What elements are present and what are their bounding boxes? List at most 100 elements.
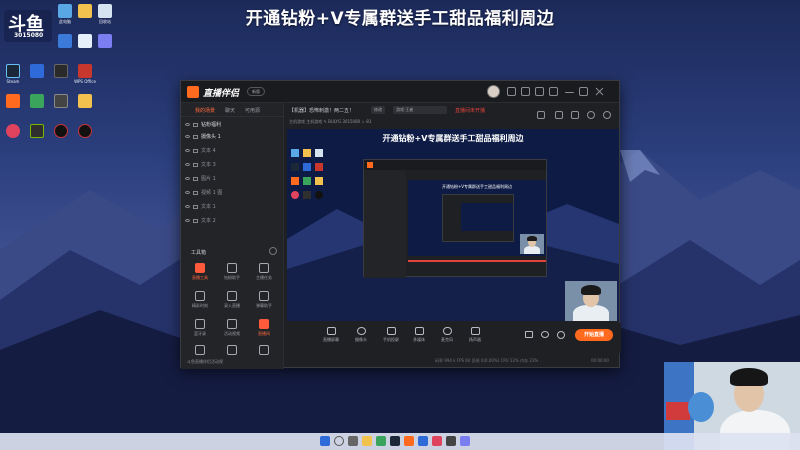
start-icon[interactable] bbox=[320, 436, 330, 446]
nested-webcam bbox=[520, 234, 544, 254]
maximize-icon[interactable] bbox=[579, 87, 588, 96]
tab-sources[interactable]: 可用源 bbox=[245, 107, 260, 114]
tool-room[interactable]: 直播间 bbox=[249, 319, 279, 341]
folder-icon bbox=[78, 4, 92, 18]
desktop-icon-nvidia[interactable] bbox=[24, 124, 50, 139]
settings-icon[interactable] bbox=[549, 87, 558, 96]
scene-item[interactable]: 文本 1 bbox=[185, 203, 281, 212]
screen-capture-button[interactable]: 直播屏幕 bbox=[319, 327, 343, 343]
eye-icon[interactable] bbox=[185, 177, 190, 180]
eye-icon[interactable] bbox=[185, 149, 190, 152]
microphone-button[interactable]: 麦克风 bbox=[435, 327, 459, 343]
desktop-icon-app-5[interactable] bbox=[48, 64, 74, 79]
app-icon[interactable] bbox=[376, 436, 386, 446]
scene-item[interactable]: 钻粉福利 bbox=[185, 121, 281, 130]
phone-cast-button[interactable]: 手机投屏 bbox=[379, 327, 403, 343]
speaker-button[interactable]: 扬声器 bbox=[463, 327, 487, 343]
desktop-icon-wps[interactable]: WPS Office bbox=[72, 64, 98, 84]
room-title[interactable]: 【机器】恐怖刺激！两二五！ bbox=[289, 107, 354, 114]
camera-button[interactable]: 摄像头 bbox=[349, 327, 373, 343]
tool-highlights[interactable]: 精彩时刻 bbox=[185, 291, 215, 313]
tab-chat[interactable]: 聊天 bbox=[225, 107, 235, 114]
multimedia-button[interactable]: 多媒体 bbox=[407, 327, 431, 343]
tab-scenes[interactable]: 我的场景 bbox=[195, 107, 215, 114]
file-explorer-icon[interactable] bbox=[362, 436, 372, 446]
more-icon[interactable] bbox=[269, 247, 277, 255]
eye-icon[interactable] bbox=[185, 135, 190, 138]
app-icon[interactable] bbox=[446, 436, 456, 446]
close-icon[interactable] bbox=[595, 87, 604, 96]
scene-item[interactable]: 视频 1 图 bbox=[185, 189, 281, 198]
version-pill[interactable]: 新版 bbox=[247, 87, 265, 96]
desktop-icon-recycle[interactable]: 回收站 bbox=[92, 4, 118, 24]
edit-button[interactable]: 修改 bbox=[371, 106, 385, 114]
eye-icon[interactable] bbox=[185, 191, 190, 194]
tool-tasks[interactable]: 主播任务 bbox=[249, 263, 279, 285]
user-icon bbox=[227, 263, 237, 273]
eye-icon[interactable] bbox=[185, 163, 190, 166]
chat-icon bbox=[259, 291, 269, 301]
tool-fans[interactable]: 钻粉助手 bbox=[217, 263, 247, 285]
search-icon[interactable] bbox=[334, 436, 344, 446]
user-avatar[interactable] bbox=[487, 85, 500, 98]
scene-item[interactable]: 文本 3 bbox=[185, 161, 281, 170]
app-icon[interactable] bbox=[432, 436, 442, 446]
eye-icon[interactable] bbox=[185, 219, 190, 222]
source-toolbar: 直播屏幕 摄像头 手机投屏 多媒体 麦克风 扬声器 bbox=[285, 323, 621, 353]
desktop-icon-app-10[interactable] bbox=[48, 124, 74, 139]
tool-live[interactable]: 直播工具 bbox=[185, 263, 215, 285]
scene-item[interactable]: 图片 1 bbox=[185, 175, 281, 184]
activity-video-link[interactable]: 斗鱼直播伴侣活动视 bbox=[187, 359, 223, 365]
mail-icon[interactable] bbox=[521, 87, 530, 96]
share-icon[interactable] bbox=[603, 111, 611, 119]
status-stats: 码率 994 k FPS 60 丢帧 0(0.00%) CPU 12% 内存 2… bbox=[435, 358, 539, 363]
desktop-icon-app-7[interactable] bbox=[24, 94, 50, 109]
tool-activity-video[interactable]: 活动视频 bbox=[217, 319, 247, 341]
app-icon[interactable] bbox=[418, 436, 428, 446]
app-titlebar[interactable]: 直播伴侣 新版 bbox=[181, 81, 619, 103]
lock-icon[interactable] bbox=[555, 111, 563, 119]
speaker-icon bbox=[470, 327, 480, 335]
category-select[interactable]: 游戏·王者 bbox=[393, 106, 447, 114]
desktop-icon-app-3[interactable] bbox=[92, 34, 118, 49]
eye-icon[interactable] bbox=[185, 123, 190, 126]
settings-icon[interactable] bbox=[557, 331, 565, 339]
list-icon bbox=[195, 345, 205, 355]
streaming-app-window[interactable]: 直播伴侣 新版 我的场景 聊天 可用源 钻粉福利 摄像头 1 文本 4 文本 3 bbox=[180, 80, 621, 369]
minimize-icon[interactable] bbox=[565, 92, 574, 93]
app-icon[interactable] bbox=[460, 436, 470, 446]
scene-item[interactable]: 文本 2 bbox=[185, 217, 281, 226]
tool-record[interactable]: 录入直播 bbox=[217, 291, 247, 313]
start-live-button[interactable]: 开始直播 bbox=[575, 329, 613, 341]
room-number: 3015080 bbox=[14, 32, 44, 39]
eye-icon[interactable] bbox=[185, 205, 190, 208]
desktop-icon-app-11[interactable] bbox=[72, 124, 98, 139]
stream-preview[interactable]: 开通钻粉+V专属群送手工甜品福利周边 开通钻粉+V专属群送手工甜品福利周边 bbox=[287, 129, 619, 321]
gift-icon[interactable] bbox=[535, 87, 544, 96]
stream-timer: 00:00:00 bbox=[591, 358, 609, 363]
desktop-icon-steam[interactable]: Steam bbox=[0, 64, 26, 84]
desktop-icon-app-6[interactable] bbox=[0, 94, 26, 109]
scene-item[interactable]: 摄像头 1 bbox=[185, 133, 281, 142]
steam-icon[interactable] bbox=[390, 436, 400, 446]
text-icon bbox=[193, 148, 198, 153]
tool-bluetooth[interactable]: 蓝牙录 bbox=[185, 319, 215, 341]
tool-danmaku[interactable]: 弹幕助手 bbox=[249, 291, 279, 313]
desktop-icon-folder-2[interactable] bbox=[72, 94, 98, 109]
bell-icon[interactable] bbox=[587, 111, 595, 119]
scene-item[interactable]: 文本 4 bbox=[185, 147, 281, 156]
eye-icon[interactable] bbox=[541, 331, 549, 338]
tool-extra-3[interactable] bbox=[249, 345, 279, 367]
record-icon[interactable] bbox=[525, 331, 533, 338]
gift-icon[interactable] bbox=[537, 111, 545, 119]
wallet-icon[interactable] bbox=[571, 111, 579, 119]
task-view-icon[interactable] bbox=[348, 436, 358, 446]
app-icon bbox=[6, 124, 20, 138]
desktop-icon-app-4[interactable] bbox=[24, 64, 50, 79]
message-icon[interactable] bbox=[507, 87, 516, 96]
download-icon bbox=[227, 291, 237, 301]
app-icon bbox=[58, 34, 72, 48]
douyu-icon[interactable] bbox=[404, 436, 414, 446]
desktop-icon-app-8[interactable] bbox=[48, 94, 74, 109]
desktop-icon-app-9[interactable] bbox=[0, 124, 26, 139]
